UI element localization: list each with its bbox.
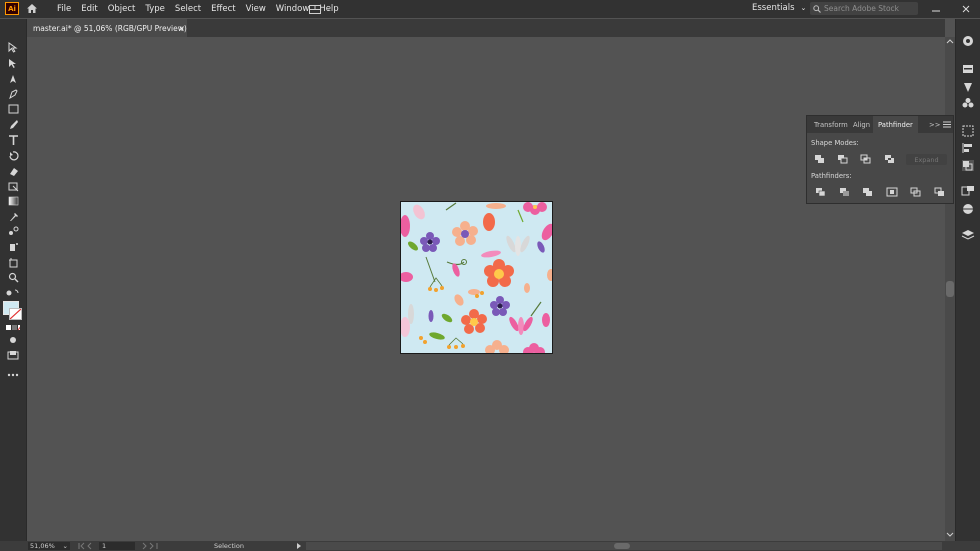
- status-menu-arrow-icon[interactable]: [295, 542, 303, 550]
- chevron-down-icon: ⌄: [325, 5, 331, 13]
- menu-item-type[interactable]: Type: [145, 4, 165, 14]
- illustrator-logo: Ai: [5, 2, 19, 15]
- menu-item-object[interactable]: Object: [108, 4, 136, 14]
- outline-icon[interactable]: [910, 187, 922, 197]
- curvature-tool-icon[interactable]: [6, 87, 20, 99]
- align-icon[interactable]: [961, 142, 975, 154]
- rotate-tool-icon[interactable]: [6, 149, 20, 161]
- page-value: 1: [102, 542, 107, 550]
- eraser-tool-icon[interactable]: [6, 165, 20, 177]
- chevron-down-icon: ⌄: [62, 542, 68, 550]
- type-tool-icon[interactable]: [6, 134, 20, 146]
- swap-fill-stroke-icon[interactable]: [6, 287, 20, 299]
- minus-front-icon[interactable]: [837, 154, 849, 164]
- chevron-down-icon: ⌄: [800, 4, 807, 12]
- workspace-switcher[interactable]: Essentials ⌄: [752, 3, 806, 13]
- horizontal-scrollbar[interactable]: [306, 542, 942, 550]
- drawing-modes-icon[interactable]: [6, 334, 20, 346]
- scroll-up-icon[interactable]: [945, 37, 955, 45]
- status-bar: 51,06% ⌄ 1 Selection: [0, 541, 980, 551]
- shape-modes-label: Shape Modes:: [811, 139, 859, 147]
- menu-item-effect[interactable]: Effect: [211, 4, 235, 14]
- main-menu: File Edit Object Type Select Effect View Window…: [57, 0, 349, 18]
- symbols-icon[interactable]: [961, 97, 975, 109]
- panel-dock: [955, 19, 980, 541]
- color-mode-icons[interactable]: [6, 322, 20, 334]
- artboard[interactable]: [400, 201, 553, 354]
- menu-item-window[interactable]: Window: [276, 4, 310, 14]
- panel-menu-icon[interactable]: [943, 121, 951, 128]
- vertical-scroll-thumb[interactable]: [946, 281, 954, 297]
- pen-tool-icon[interactable]: [6, 72, 20, 84]
- exclude-icon[interactable]: [884, 154, 896, 164]
- selection-tool-icon[interactable]: [6, 41, 20, 53]
- status-text: Selection: [214, 542, 244, 550]
- intersect-icon[interactable]: [860, 154, 872, 164]
- graphic-styles-icon[interactable]: [961, 203, 975, 215]
- menu-item-view[interactable]: View: [246, 4, 266, 14]
- menu-item-select[interactable]: Select: [175, 4, 201, 14]
- brushes-icon[interactable]: [961, 81, 975, 93]
- trim-icon[interactable]: [839, 187, 851, 197]
- direct-selection-tool-icon[interactable]: [6, 57, 20, 69]
- minus-back-icon[interactable]: [934, 187, 946, 197]
- stock-search[interactable]: [810, 2, 918, 15]
- symbol-sprayer-tool-icon[interactable]: [6, 240, 20, 252]
- layers-icon[interactable]: [961, 229, 975, 241]
- workspace-label: Essentials: [752, 3, 795, 13]
- first-prev-artboard-icons[interactable]: [77, 542, 97, 550]
- zoom-tool-icon[interactable]: [6, 271, 20, 283]
- paintbrush-tool-icon[interactable]: [6, 118, 20, 130]
- blend-tool-icon[interactable]: [6, 225, 20, 237]
- properties-icon[interactable]: [961, 63, 975, 75]
- pathfinder-icon[interactable]: [961, 159, 975, 171]
- tools-panel: [0, 19, 27, 541]
- unite-icon[interactable]: [814, 154, 826, 164]
- stroke-color-swatch[interactable]: [9, 308, 22, 320]
- close-window-button[interactable]: [962, 0, 970, 18]
- tab-transform[interactable]: Transform: [809, 116, 853, 133]
- rectangle-tool-icon[interactable]: [6, 103, 20, 115]
- artboard-tool-icon[interactable]: [6, 256, 20, 268]
- tab-pathfinder[interactable]: Pathfinder: [873, 116, 918, 133]
- floral-pattern-artwork: [401, 202, 552, 353]
- search-icon: [813, 4, 821, 13]
- pathfinders-label: Pathfinders:: [811, 172, 852, 180]
- close-tab-icon[interactable]: ×: [178, 24, 185, 33]
- gradient-tool-icon[interactable]: [6, 195, 20, 207]
- pathfinder-panel: Transform Align Pathfinder >> Shape Mode…: [806, 115, 954, 204]
- merge-icon[interactable]: [862, 187, 874, 197]
- next-last-artboard-icons[interactable]: [140, 542, 160, 550]
- crop-icon[interactable]: [886, 187, 898, 197]
- panel-tab-row: Transform Align Pathfinder >>: [807, 116, 953, 133]
- vertical-scrollbar[interactable]: [945, 37, 955, 541]
- artboard-number-field[interactable]: 1: [99, 542, 135, 550]
- expand-button[interactable]: Expand: [906, 154, 947, 165]
- zoom-level-field[interactable]: 51,06% ⌄: [28, 542, 70, 550]
- search-input[interactable]: [821, 4, 914, 13]
- screen-mode-icon[interactable]: [6, 349, 20, 361]
- menu-bar: Ai File Edit Object Type Select Effect View Win…: [0, 0, 980, 18]
- scroll-down-icon[interactable]: [945, 531, 955, 539]
- minimize-button[interactable]: [932, 0, 940, 18]
- document-tab[interactable]: master.ai* @ 51,06% (RGB/GPU Preview) ×: [27, 19, 187, 37]
- home-icon[interactable]: [26, 3, 38, 14]
- menu-item-file[interactable]: File: [57, 4, 71, 14]
- document-title: master.ai* @ 51,06% (RGB/GPU Preview): [33, 23, 187, 33]
- horizontal-scroll-thumb[interactable]: [614, 543, 630, 549]
- arrange-documents-icon[interactable]: ⌄: [309, 3, 333, 15]
- document-tab-bar: master.ai* @ 51,06% (RGB/GPU Preview) ×: [27, 19, 945, 37]
- eyedropper-tool-icon[interactable]: [6, 210, 20, 222]
- libraries-icon[interactable]: [961, 35, 975, 47]
- menu-item-edit[interactable]: Edit: [81, 4, 97, 14]
- free-transform-tool-icon[interactable]: [6, 180, 20, 192]
- transform-icon[interactable]: [961, 125, 975, 137]
- tab-align[interactable]: Align: [848, 116, 875, 133]
- divide-icon[interactable]: [815, 187, 827, 197]
- zoom-value: 51,06%: [30, 542, 55, 550]
- appearance-icon[interactable]: [961, 185, 975, 197]
- more-tools-icon[interactable]: [6, 369, 20, 381]
